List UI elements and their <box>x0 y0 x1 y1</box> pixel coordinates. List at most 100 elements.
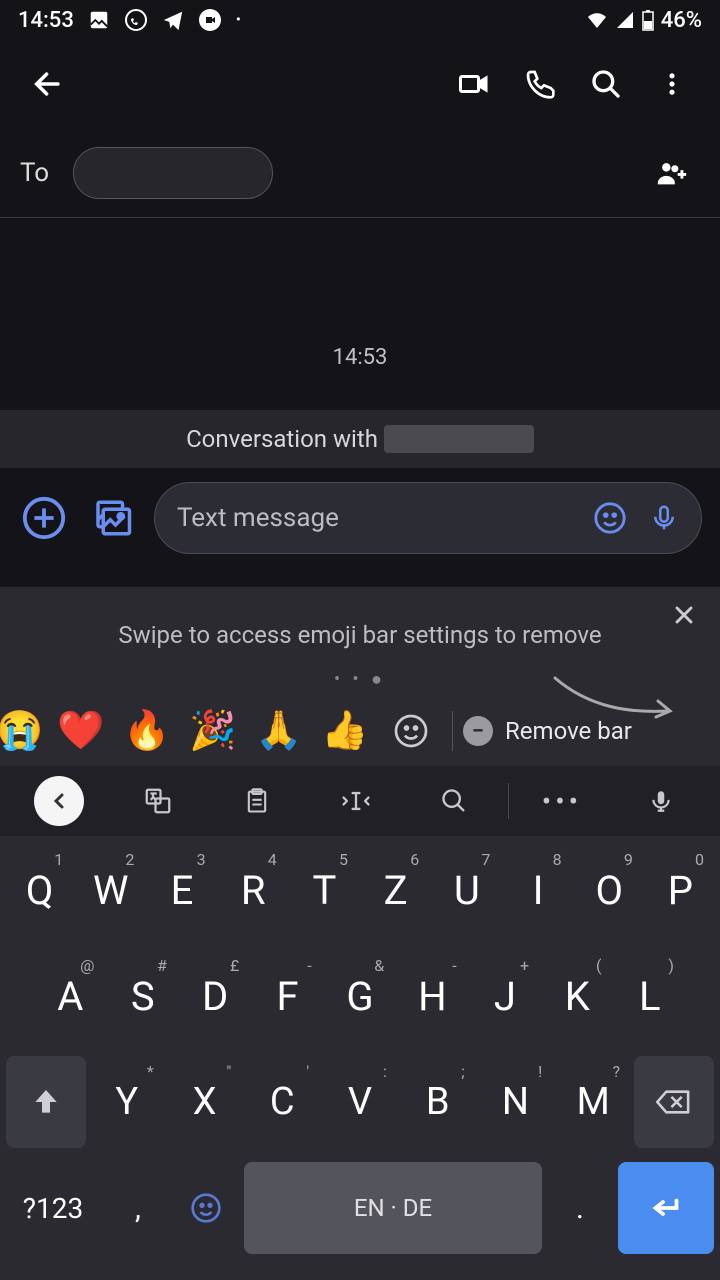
key-o[interactable]: O9 <box>576 844 643 936</box>
kb-translate-button[interactable] <box>113 766 204 836</box>
keyboard-keys: Q1W2E3R4T5Z6U7I8O9P0 A@S#D£F-G&H-J+K(L) … <box>0 836 720 1280</box>
key-a[interactable]: A@ <box>36 950 104 1042</box>
more-notifications-dot: • <box>236 12 241 28</box>
more-options-button[interactable] <box>644 56 700 112</box>
key-t[interactable]: T5 <box>291 844 358 936</box>
emoji-fire[interactable]: 🔥 <box>116 704 178 758</box>
kb-mic-button[interactable] <box>615 766 706 836</box>
kb-toolbar-separator <box>508 783 509 819</box>
kb-more-button[interactable]: ••• <box>517 766 608 836</box>
key-n[interactable]: N! <box>479 1056 553 1148</box>
key-v[interactable]: V: <box>323 1056 397 1148</box>
key-b[interactable]: B; <box>401 1056 475 1148</box>
emoji-more-button[interactable] <box>380 704 442 758</box>
battery-percent: 46% <box>661 8 702 33</box>
key-hint: £ <box>230 956 239 975</box>
key-e[interactable]: E3 <box>148 844 215 936</box>
emoji-heart[interactable]: ❤️ <box>50 704 112 758</box>
emoji-bar-separator <box>452 711 453 751</box>
key-hint: ( <box>596 956 601 975</box>
key-hint: ; <box>461 1062 464 1081</box>
key-p[interactable]: P0 <box>647 844 714 936</box>
voice-call-button[interactable] <box>512 56 568 112</box>
key-symbols[interactable]: ?123 <box>6 1162 100 1254</box>
voice-input-button[interactable] <box>649 503 679 533</box>
kb-search-button[interactable] <box>409 766 500 836</box>
add-attachment-button[interactable] <box>18 492 70 544</box>
key-q[interactable]: Q1 <box>6 844 73 936</box>
duo-icon <box>198 8 222 32</box>
status-time: 14:53 <box>18 8 74 33</box>
conversation-timestamp: 14:53 <box>333 345 388 370</box>
tip-close-button[interactable] <box>670 601 698 629</box>
key-s[interactable]: S# <box>108 950 176 1042</box>
key-w[interactable]: W2 <box>77 844 144 936</box>
key-i[interactable]: I8 <box>504 844 571 936</box>
kb-text-select-button[interactable] <box>310 766 401 836</box>
key-hint: 2 <box>125 850 134 869</box>
key-hint: ' <box>306 1062 309 1081</box>
message-input[interactable]: Text message <box>154 482 702 554</box>
key-x[interactable]: X" <box>168 1056 242 1148</box>
emoji-picker-button[interactable] <box>593 501 627 535</box>
gallery-attachment-button[interactable] <box>86 492 138 544</box>
keyboard-panel: Swipe to access emoji bar settings to re… <box>0 587 720 1280</box>
key-l[interactable]: L) <box>616 950 684 1042</box>
key-period[interactable]: . <box>550 1162 610 1254</box>
key-y[interactable]: Y* <box>90 1056 164 1148</box>
back-button[interactable] <box>20 56 76 112</box>
key-h[interactable]: H- <box>398 950 466 1042</box>
search-button[interactable] <box>578 56 634 112</box>
key-comma[interactable]: , <box>108 1162 168 1254</box>
message-placeholder: Text message <box>177 503 579 533</box>
add-recipient-button[interactable] <box>644 145 700 201</box>
key-hint: # <box>157 956 167 975</box>
kb-clipboard-button[interactable] <box>211 766 302 836</box>
key-d[interactable]: D£ <box>181 950 249 1042</box>
key-hint: : <box>383 1062 387 1081</box>
emoji-party[interactable]: 🎉 <box>182 704 244 758</box>
status-bar: 14:53 • 46% <box>0 0 720 40</box>
whatsapp-icon <box>124 8 148 32</box>
battery-icon <box>641 9 655 31</box>
compose-row: Text message <box>0 468 720 568</box>
kb-collapse-button[interactable] <box>14 766 105 836</box>
key-hint: 8 <box>553 850 562 869</box>
key-emoji[interactable] <box>176 1162 236 1254</box>
key-hint: ) <box>668 956 674 975</box>
key-backspace[interactable] <box>634 1056 714 1148</box>
emoji-bar-tip: Swipe to access emoji bar settings to re… <box>0 587 720 696</box>
key-g[interactable]: G& <box>326 950 394 1042</box>
key-j[interactable]: J+ <box>471 950 539 1042</box>
key-hint: - <box>452 956 456 975</box>
key-c[interactable]: C' <box>245 1056 319 1148</box>
key-hint: 6 <box>410 850 419 869</box>
key-hint: 3 <box>197 850 206 869</box>
tip-arrow-icon <box>550 673 680 723</box>
video-call-button[interactable] <box>446 56 502 112</box>
conversation-banner: Conversation with <box>0 410 720 468</box>
key-z[interactable]: Z6 <box>362 844 429 936</box>
key-m[interactable]: M? <box>556 1056 630 1148</box>
emoji-thumbsup[interactable]: 👍 <box>314 704 376 758</box>
key-r[interactable]: R4 <box>220 844 287 936</box>
key-u[interactable]: U7 <box>433 844 500 936</box>
emoji-pray[interactable]: 🙏 <box>248 704 310 758</box>
key-hint: @ <box>80 956 94 975</box>
key-hint: ! <box>538 1062 542 1081</box>
key-hint: 1 <box>54 850 63 869</box>
to-label: To <box>20 158 49 188</box>
key-shift[interactable] <box>6 1056 86 1148</box>
wifi-icon <box>585 10 609 30</box>
key-f[interactable]: F- <box>253 950 321 1042</box>
recipient-chip[interactable] <box>73 147 273 199</box>
telegram-icon <box>162 9 184 31</box>
key-hint: 0 <box>695 850 704 869</box>
keyboard-toolbar: ••• <box>0 766 720 836</box>
key-hint: 5 <box>339 850 348 869</box>
emoji-cry[interactable]: 😭 <box>0 704 46 758</box>
key-enter[interactable] <box>618 1162 714 1254</box>
key-space[interactable]: EN · DE <box>244 1162 542 1254</box>
key-k[interactable]: K( <box>543 950 611 1042</box>
app-bar <box>0 40 720 128</box>
